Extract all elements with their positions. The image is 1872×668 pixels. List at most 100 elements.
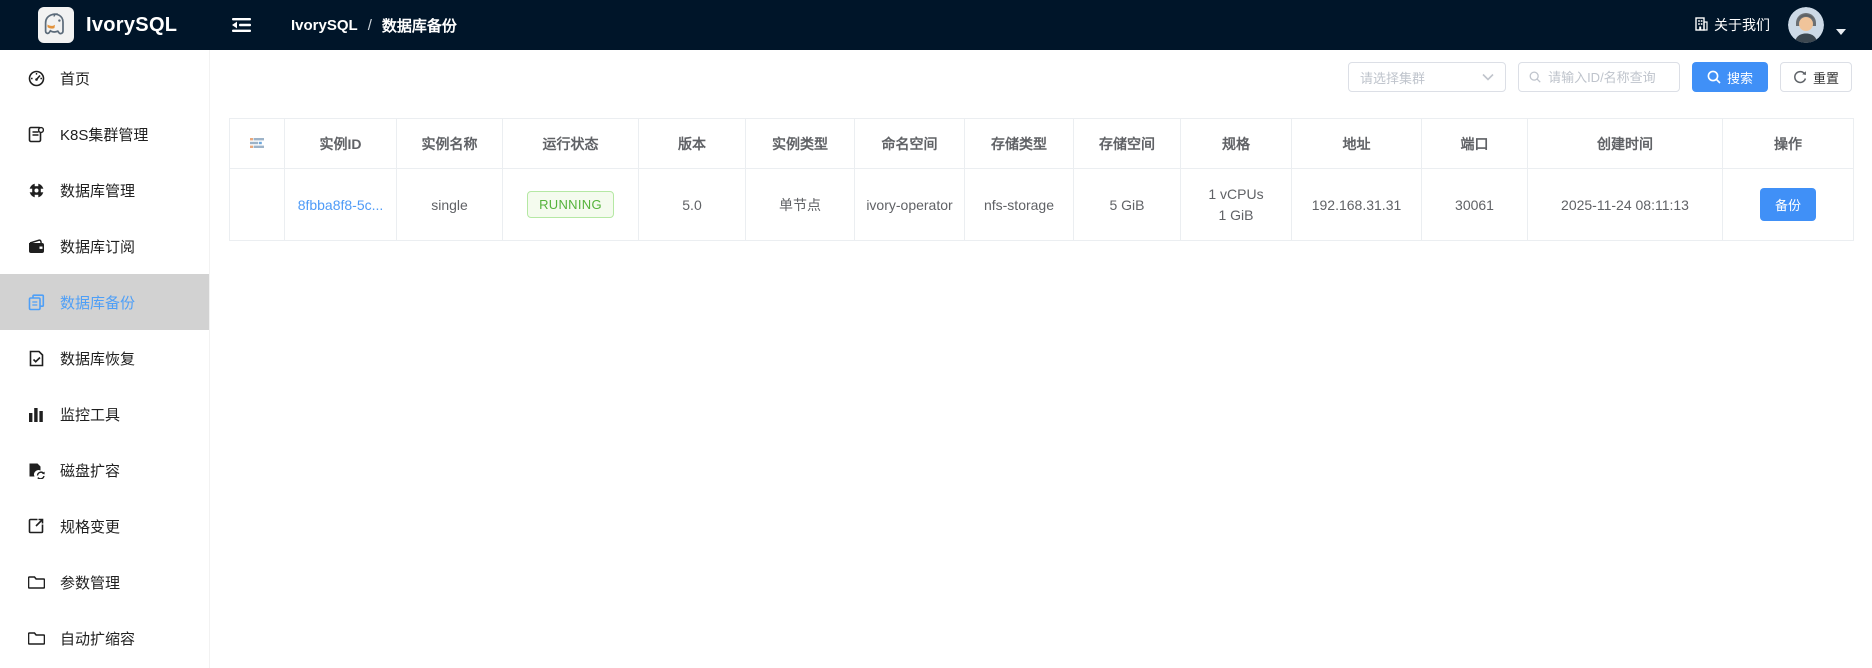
address-cell: 192.168.31.31: [1292, 169, 1422, 241]
sidebar-item-database-backup[interactable]: 数据库备份: [0, 274, 209, 330]
sidebar: 首页 K8S集群管理 数据库管理 数据库订阅 数据库备份 数据库恢复 监控工: [0, 50, 210, 668]
col-header-instance-name: 实例名称: [397, 119, 503, 169]
reset-button-label: 重置: [1813, 68, 1839, 87]
ivorysql-logo-icon: [38, 7, 74, 43]
sidebar-item-label: 监控工具: [60, 404, 120, 425]
storage-type-cell: nfs-storage: [965, 169, 1074, 241]
col-header-instance-id: 实例ID: [285, 119, 397, 169]
actions-cell: 备份: [1723, 169, 1854, 241]
col-header-spec: 规格: [1181, 119, 1292, 169]
copy-icon: [27, 294, 45, 311]
main-content: 请选择集群 搜索 重置: [210, 50, 1872, 668]
sidebar-item-label: 数据库恢复: [60, 348, 135, 369]
sidebar-item-label: 数据库备份: [60, 292, 135, 313]
refresh-icon: [1793, 70, 1807, 84]
instance-name-cell: single: [397, 169, 503, 241]
col-header-instance-type: 实例类型: [746, 119, 855, 169]
port-cell: 30061: [1422, 169, 1528, 241]
export-icon: [27, 518, 45, 534]
sidebar-item-database-subscribe[interactable]: 数据库订阅: [0, 218, 209, 274]
run-status-cell: RUNNING: [503, 169, 639, 241]
col-header-port: 端口: [1422, 119, 1528, 169]
created-cell: 2025-11-24 08:11:13: [1528, 169, 1723, 241]
profile-icon: [27, 126, 45, 143]
sidebar-item-label: 数据库订阅: [60, 236, 135, 257]
folder-icon: [27, 631, 45, 645]
topbar: IvorySQL IvorySQL / 数据库备份: [0, 0, 1872, 50]
backup-button[interactable]: 备份: [1760, 188, 1816, 221]
sidebar-item-label: 磁盘扩容: [60, 460, 120, 481]
sidebar-item-autoscale[interactable]: 自动扩缩容: [0, 610, 209, 666]
search-box: [1518, 62, 1680, 92]
instance-id-cell: 8fbba8f8-5c...: [285, 169, 397, 241]
instances-table: 实例ID 实例名称 运行状态 版本 实例类型 命名空间 存储类型 存储空间 规格…: [229, 118, 1854, 241]
sidebar-item-database-restore[interactable]: 数据库恢复: [0, 330, 209, 386]
instance-id-link[interactable]: 8fbba8f8-5c...: [298, 197, 384, 213]
sidebar-item-param-mgmt[interactable]: 参数管理: [0, 554, 209, 610]
col-header-actions: 操作: [1723, 119, 1854, 169]
namespace-cell: ivory-operator: [855, 169, 965, 241]
sidebar-item-home[interactable]: 首页: [0, 50, 209, 106]
chevron-down-icon[interactable]: [1836, 29, 1846, 35]
table-header-row: 实例ID 实例名称 运行状态 版本 实例类型 命名空间 存储类型 存储空间 规格…: [230, 119, 1854, 169]
storage-size-cell: 5 GiB: [1074, 169, 1181, 241]
breadcrumb-root[interactable]: IvorySQL: [291, 17, 358, 34]
dashboard-icon: [27, 70, 45, 87]
list-settings-icon: [250, 137, 264, 149]
wallet-icon: [27, 239, 45, 254]
search-button-label: 搜索: [1727, 68, 1753, 87]
cluster-select[interactable]: 请选择集群: [1348, 62, 1506, 92]
brand: IvorySQL: [0, 7, 210, 43]
expand-cell: [230, 169, 285, 241]
table-row: 8fbba8f8-5c... single RUNNING 5.0 单节点 iv…: [230, 169, 1854, 241]
sidebar-item-label: 自动扩缩容: [60, 628, 135, 649]
cluster-select-placeholder: 请选择集群: [1360, 68, 1425, 87]
search-input[interactable]: [1548, 70, 1669, 85]
topbar-right: 关于我们: [1694, 7, 1872, 43]
sidebar-item-database-mgmt[interactable]: 数据库管理: [0, 162, 209, 218]
menu-fold-icon[interactable]: [232, 17, 251, 33]
version-cell: 5.0: [639, 169, 746, 241]
sidebar-item-label: 规格变更: [60, 516, 120, 537]
col-header-storage-size: 存储空间: [1074, 119, 1181, 169]
spec-cpu: 1 vCPUs: [1187, 184, 1285, 205]
about-us-link[interactable]: 关于我们: [1694, 15, 1770, 35]
col-header-namespace: 命名空间: [855, 119, 965, 169]
col-header-created: 创建时间: [1528, 119, 1723, 169]
bar-chart-icon: [27, 407, 45, 422]
column-settings-header[interactable]: [230, 119, 285, 169]
user-avatar[interactable]: [1788, 7, 1824, 43]
breadcrumb: IvorySQL / 数据库备份: [291, 15, 457, 36]
sidebar-item-monitoring[interactable]: 监控工具: [0, 386, 209, 442]
breadcrumb-current: 数据库备份: [382, 15, 457, 36]
search-button[interactable]: 搜索: [1692, 62, 1768, 92]
col-header-address: 地址: [1292, 119, 1422, 169]
folder-icon: [27, 575, 45, 589]
instance-type-cell: 单节点: [746, 169, 855, 241]
status-badge: RUNNING: [527, 191, 614, 218]
sidebar-item-k8s-clusters[interactable]: K8S集群管理: [0, 106, 209, 162]
col-header-storage-type: 存储类型: [965, 119, 1074, 169]
brand-name: IvorySQL: [86, 14, 177, 37]
sidebar-item-spec-change[interactable]: 规格变更: [0, 498, 209, 554]
instances-table-wrap: 实例ID 实例名称 运行状态 版本 实例类型 命名空间 存储类型 存储空间 规格…: [229, 118, 1854, 241]
col-header-version: 版本: [639, 119, 746, 169]
sidebar-item-label: K8S集群管理: [60, 124, 148, 145]
toolbar: 请选择集群 搜索 重置: [1348, 62, 1852, 92]
building-icon: [1694, 17, 1708, 34]
breadcrumb-separator: /: [368, 17, 372, 34]
spec-memory: 1 GiB: [1187, 205, 1285, 226]
sidebar-item-label: 参数管理: [60, 572, 120, 593]
file-sync-icon: [27, 462, 45, 479]
about-us-label: 关于我们: [1714, 15, 1770, 35]
spec-cell: 1 vCPUs 1 GiB: [1181, 169, 1292, 241]
reset-button[interactable]: 重置: [1780, 62, 1852, 92]
sidebar-item-disk-expand[interactable]: 磁盘扩容: [0, 442, 209, 498]
sidebar-item-label: 首页: [60, 68, 90, 89]
chevron-down-icon: [1482, 73, 1494, 81]
search-icon: [1707, 70, 1721, 84]
sidebar-item-label: 数据库管理: [60, 180, 135, 201]
search-icon: [1529, 70, 1541, 84]
compass-icon: [27, 182, 45, 199]
col-header-run-status: 运行状态: [503, 119, 639, 169]
